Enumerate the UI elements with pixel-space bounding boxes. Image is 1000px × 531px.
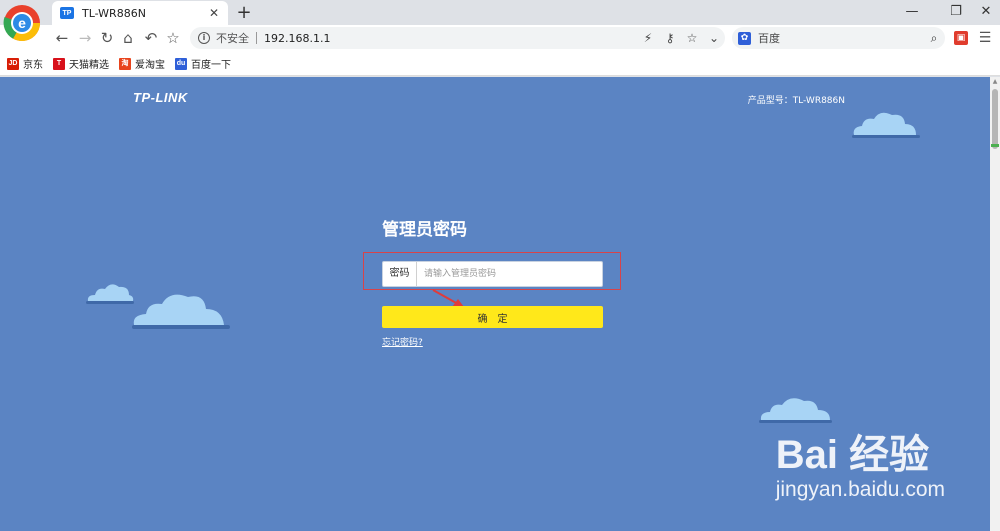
search-box[interactable]: ✿ 百度 ⌕ (732, 27, 945, 49)
bookmark-label: 爱淘宝 (135, 60, 165, 71)
svg-text:e: e (18, 15, 26, 31)
watermark-url: jingyan.baidu.com (775, 478, 945, 501)
minimize-icon[interactable]: — (902, 2, 922, 22)
back-icon[interactable]: ← (52, 28, 72, 48)
title-bar: e TP TL-WR886N ✕ + — ❐ ✕ (0, 0, 1000, 42)
jd-icon: JD (7, 57, 19, 70)
bookmark-tmall[interactable]: T 天猫精选 (53, 56, 109, 71)
tab-active[interactable]: TP TL-WR886N ✕ (52, 1, 228, 25)
home-icon[interactable]: ⌂ (118, 28, 138, 48)
taobao-icon: 淘 (119, 57, 131, 70)
confirm-button[interactable]: 确定 (382, 306, 603, 328)
menu-icon[interactable]: ☰ (975, 28, 995, 48)
search-icon[interactable]: ⌕ (923, 31, 945, 46)
forward-icon[interactable]: → (75, 28, 95, 48)
chevron-down-icon[interactable]: ⌄ (703, 31, 725, 45)
tab-title: TL-WR886N (82, 6, 146, 20)
address-bar[interactable]: i 不安全 192.168.1.1 ⚡ ⚷ ☆ ⌄ (190, 27, 725, 49)
info-icon[interactable]: i (198, 32, 210, 44)
watermark-main: Bai 经验 (775, 433, 930, 477)
baidu-paw-icon: ✿ (738, 31, 751, 45)
baidu-jingyan-watermark: Bai 经验 jingyan.baidu.com (776, 422, 945, 502)
undo-icon[interactable]: ↶ (141, 28, 161, 48)
browser-toolbar: ← → ↻ ⌂ ↶ ☆ i 不安全 192.168.1.1 ⚡ ⚷ ☆ ⌄ ✿ … (0, 25, 1000, 52)
restore-icon[interactable]: ❐ (946, 2, 966, 22)
tab-close-icon[interactable]: ✕ (206, 5, 222, 21)
address-separator (256, 32, 257, 44)
new-tab-button[interactable]: + (234, 3, 254, 23)
password-label: 密码 (383, 262, 417, 286)
baidu-icon: du (175, 57, 187, 70)
password-field: 密码 (382, 261, 603, 287)
search-input[interactable]: 百度 (758, 30, 923, 46)
password-input[interactable] (417, 262, 602, 286)
bookmark-aitaobao[interactable]: 淘 爱淘宝 (119, 56, 165, 71)
bookmark-label: 天猫精选 (69, 60, 109, 71)
scroll-marker (991, 144, 999, 147)
key-icon[interactable]: ⚷ (659, 31, 681, 45)
lightning-icon[interactable]: ⚡ (637, 31, 659, 45)
bookmark-label: 京东 (23, 60, 43, 71)
tplink-logo: TP-LINK (133, 90, 188, 105)
reload-icon[interactable]: ↻ (97, 28, 117, 48)
security-label: 不安全 (216, 32, 249, 45)
favorite-star-icon[interactable]: ☆ (163, 28, 183, 48)
bookmarks-bar: JD 京东 T 天猫精选 淘 爱淘宝 du 百度一下 (0, 52, 1000, 76)
product-model: 产品型号：TL-WR886N (747, 96, 845, 106)
cloud-icon (132, 294, 230, 329)
cloud-icon (86, 284, 134, 304)
bookmark-jd[interactable]: JD 京东 (7, 56, 43, 71)
browser-logo-icon: e (3, 5, 41, 42)
close-window-icon[interactable]: ✕ (976, 2, 996, 22)
page-title: 管理员密码 (382, 220, 467, 240)
bookmark-label: 百度一下 (191, 60, 231, 71)
vertical-scrollbar[interactable]: ▲ (990, 77, 1000, 531)
pdf-extension-icon[interactable]: ▣ (954, 31, 968, 45)
router-login-page: TP-LINK 产品型号：TL-WR886N 管理员密码 密码 确定 忘记密码?… (0, 77, 990, 531)
bookmark-baidu[interactable]: du 百度一下 (175, 56, 231, 71)
tmall-icon: T (53, 57, 65, 70)
url-text[interactable]: 192.168.1.1 (264, 32, 637, 45)
scroll-thumb[interactable] (992, 89, 998, 149)
forgot-password-link[interactable]: 忘记密码? (382, 335, 423, 348)
scroll-up-icon[interactable]: ▲ (990, 77, 1000, 87)
cloud-icon (852, 112, 920, 138)
tplink-favicon-icon: TP (60, 7, 74, 19)
bookmark-star-icon[interactable]: ☆ (681, 31, 703, 45)
